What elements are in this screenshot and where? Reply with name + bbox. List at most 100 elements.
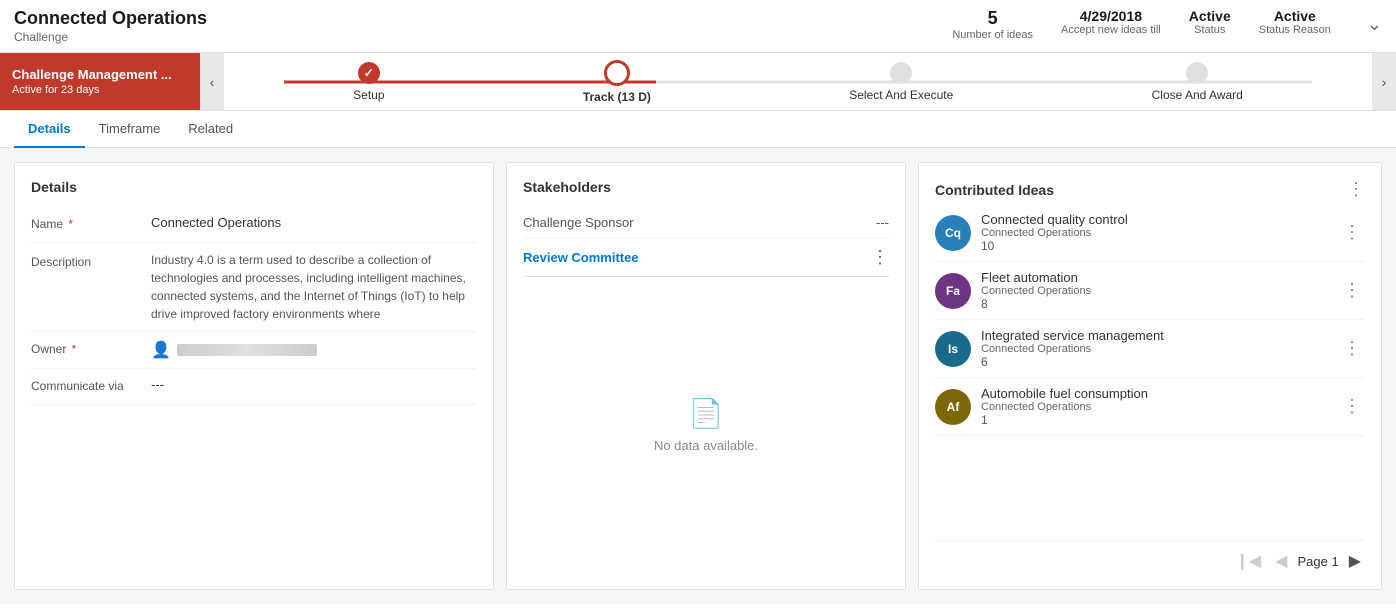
owner-person-icon: 👤 (151, 340, 171, 360)
status-value: Active (1189, 8, 1231, 24)
status-reason-stat: Active Status Reason (1259, 8, 1331, 36)
review-committee-header: Review Committee ⋮ (523, 239, 889, 277)
field-name-label: Name * (31, 215, 151, 231)
field-name-required: * (65, 217, 73, 231)
idea-menu-fa[interactable]: ⋮ (1339, 280, 1365, 301)
tab-details[interactable]: Details (14, 111, 85, 148)
idea-info-is: Integrated service management Connected … (981, 328, 1329, 369)
header-left: Connected Operations Challenge (14, 8, 952, 44)
stakeholders-panel-title: Stakeholders (523, 179, 889, 195)
step-close: Close And Award (1152, 62, 1243, 102)
progress-bar-section: Challenge Management ... Active for 23 d… (0, 53, 1396, 111)
idea-info-cq: Connected quality control Connected Oper… (981, 212, 1329, 253)
challenge-label[interactable]: Challenge Management ... Active for 23 d… (0, 53, 200, 110)
no-data-section: 📄 No data available. (523, 277, 889, 573)
status-reason-label: Status Reason (1259, 24, 1331, 36)
ideas-count-label: Number of ideas (952, 29, 1033, 41)
ideas-list: Cq Connected quality control Connected O… (935, 204, 1365, 436)
step-label-close: Close And Award (1152, 88, 1243, 102)
header-expand-icon[interactable]: ⌄ (1367, 14, 1382, 35)
step-select: Select And Execute (849, 62, 953, 102)
progress-steps: ✓ Setup Track (13 D) Select And Execute … (224, 53, 1372, 110)
idea-subtitle-is: Connected Operations (981, 343, 1329, 355)
ideas-footer: ❙◀ ◀ Page 1 ▶ (935, 540, 1365, 573)
date-stat: 4/29/2018 Accept new ideas till (1061, 8, 1161, 36)
step-label-track: Track (13 D) (583, 90, 651, 104)
app-title: Connected Operations (14, 8, 952, 29)
idea-subtitle-fa: Connected Operations (981, 285, 1329, 297)
ideas-panel-title: Contributed Ideas (935, 182, 1347, 198)
idea-title-af: Automobile fuel consumption (981, 386, 1329, 401)
main-content: Details Name * Connected Operations Desc… (0, 148, 1396, 604)
nav-tabs: Details Timeframe Related (0, 111, 1396, 148)
app-subtitle: Challenge (14, 30, 952, 44)
idea-title-cq: Connected quality control (981, 212, 1329, 227)
field-communicate-row: Communicate via --- (31, 369, 477, 405)
page-label: Page 1 (1297, 554, 1338, 569)
sponsor-row: Challenge Sponsor --- (523, 207, 889, 239)
field-owner-label: Owner * (31, 340, 151, 356)
step-label-select: Select And Execute (849, 88, 953, 102)
prev-page-button[interactable]: ◀ (1271, 549, 1291, 573)
ideas-count-value: 5 (952, 8, 1033, 29)
idea-avatar-af: Af (935, 389, 971, 425)
field-name-value: Connected Operations (151, 215, 477, 230)
idea-avatar-is: Is (935, 331, 971, 367)
idea-count-af: 1 (981, 413, 1329, 427)
idea-avatar-fa: Fa (935, 273, 971, 309)
review-committee-menu-icon[interactable]: ⋮ (871, 247, 889, 268)
idea-info-af: Automobile fuel consumption Connected Op… (981, 386, 1329, 427)
first-page-button[interactable]: ❙◀ (1231, 549, 1265, 573)
tab-related[interactable]: Related (174, 111, 247, 148)
ideas-header-menu-icon[interactable]: ⋮ (1347, 179, 1365, 200)
idea-menu-cq[interactable]: ⋮ (1339, 222, 1365, 243)
idea-row-cq: Cq Connected quality control Connected O… (935, 204, 1365, 262)
owner-name-blurred (177, 344, 317, 356)
idea-menu-af[interactable]: ⋮ (1339, 396, 1365, 417)
idea-count-fa: 8 (981, 297, 1329, 311)
tab-timeframe[interactable]: Timeframe (85, 111, 175, 148)
next-page-button[interactable]: ▶ (1345, 549, 1365, 573)
step-circle-setup: ✓ (358, 62, 380, 84)
field-desc-label: Description (31, 251, 151, 269)
step-track: Track (13 D) (583, 60, 651, 104)
status-label: Status (1189, 24, 1231, 36)
step-circle-track (604, 60, 630, 86)
field-desc-row: Description Industry 4.0 is a term used … (31, 243, 477, 332)
idea-menu-is[interactable]: ⋮ (1339, 338, 1365, 359)
idea-info-fa: Fleet automation Connected Operations 8 (981, 270, 1329, 311)
header-right: 5 Number of ideas 4/29/2018 Accept new i… (952, 8, 1382, 41)
idea-row-is: Is Integrated service management Connect… (935, 320, 1365, 378)
details-panel-title: Details (31, 179, 477, 195)
step-label-setup: Setup (353, 88, 384, 102)
field-communicate-label: Communicate via (31, 377, 151, 393)
date-value: 4/29/2018 (1061, 8, 1161, 24)
step-circle-select (890, 62, 912, 84)
details-panel: Details Name * Connected Operations Desc… (14, 162, 494, 590)
field-communicate-value: --- (151, 377, 477, 392)
idea-count-is: 6 (981, 355, 1329, 369)
ideas-count-stat: 5 Number of ideas (952, 8, 1033, 41)
idea-row-fa: Fa Fleet automation Connected Operations… (935, 262, 1365, 320)
idea-title-fa: Fleet automation (981, 270, 1329, 285)
prev-arrow-button[interactable]: ‹ (200, 53, 224, 110)
field-owner-row: Owner * 👤 (31, 332, 477, 369)
idea-title-is: Integrated service management (981, 328, 1329, 343)
ideas-header: Contributed Ideas ⋮ (935, 179, 1365, 200)
field-owner-required: * (68, 342, 76, 356)
date-label: Accept new ideas till (1061, 24, 1161, 36)
sponsor-value: --- (876, 215, 889, 230)
challenge-label-sub: Active for 23 days (12, 84, 188, 96)
status-reason-value: Active (1259, 8, 1331, 24)
step-setup: ✓ Setup (353, 62, 384, 102)
next-arrow-button[interactable]: › (1372, 53, 1396, 110)
review-committee-title: Review Committee (523, 250, 871, 265)
field-desc-value: Industry 4.0 is a term used to describe … (151, 251, 477, 323)
field-owner-value: 👤 (151, 340, 477, 360)
challenge-label-title: Challenge Management ... (12, 67, 188, 82)
idea-row-af: Af Automobile fuel consumption Connected… (935, 378, 1365, 436)
field-name-row: Name * Connected Operations (31, 207, 477, 243)
idea-subtitle-af: Connected Operations (981, 401, 1329, 413)
idea-subtitle-cq: Connected Operations (981, 227, 1329, 239)
idea-count-cq: 10 (981, 239, 1329, 253)
